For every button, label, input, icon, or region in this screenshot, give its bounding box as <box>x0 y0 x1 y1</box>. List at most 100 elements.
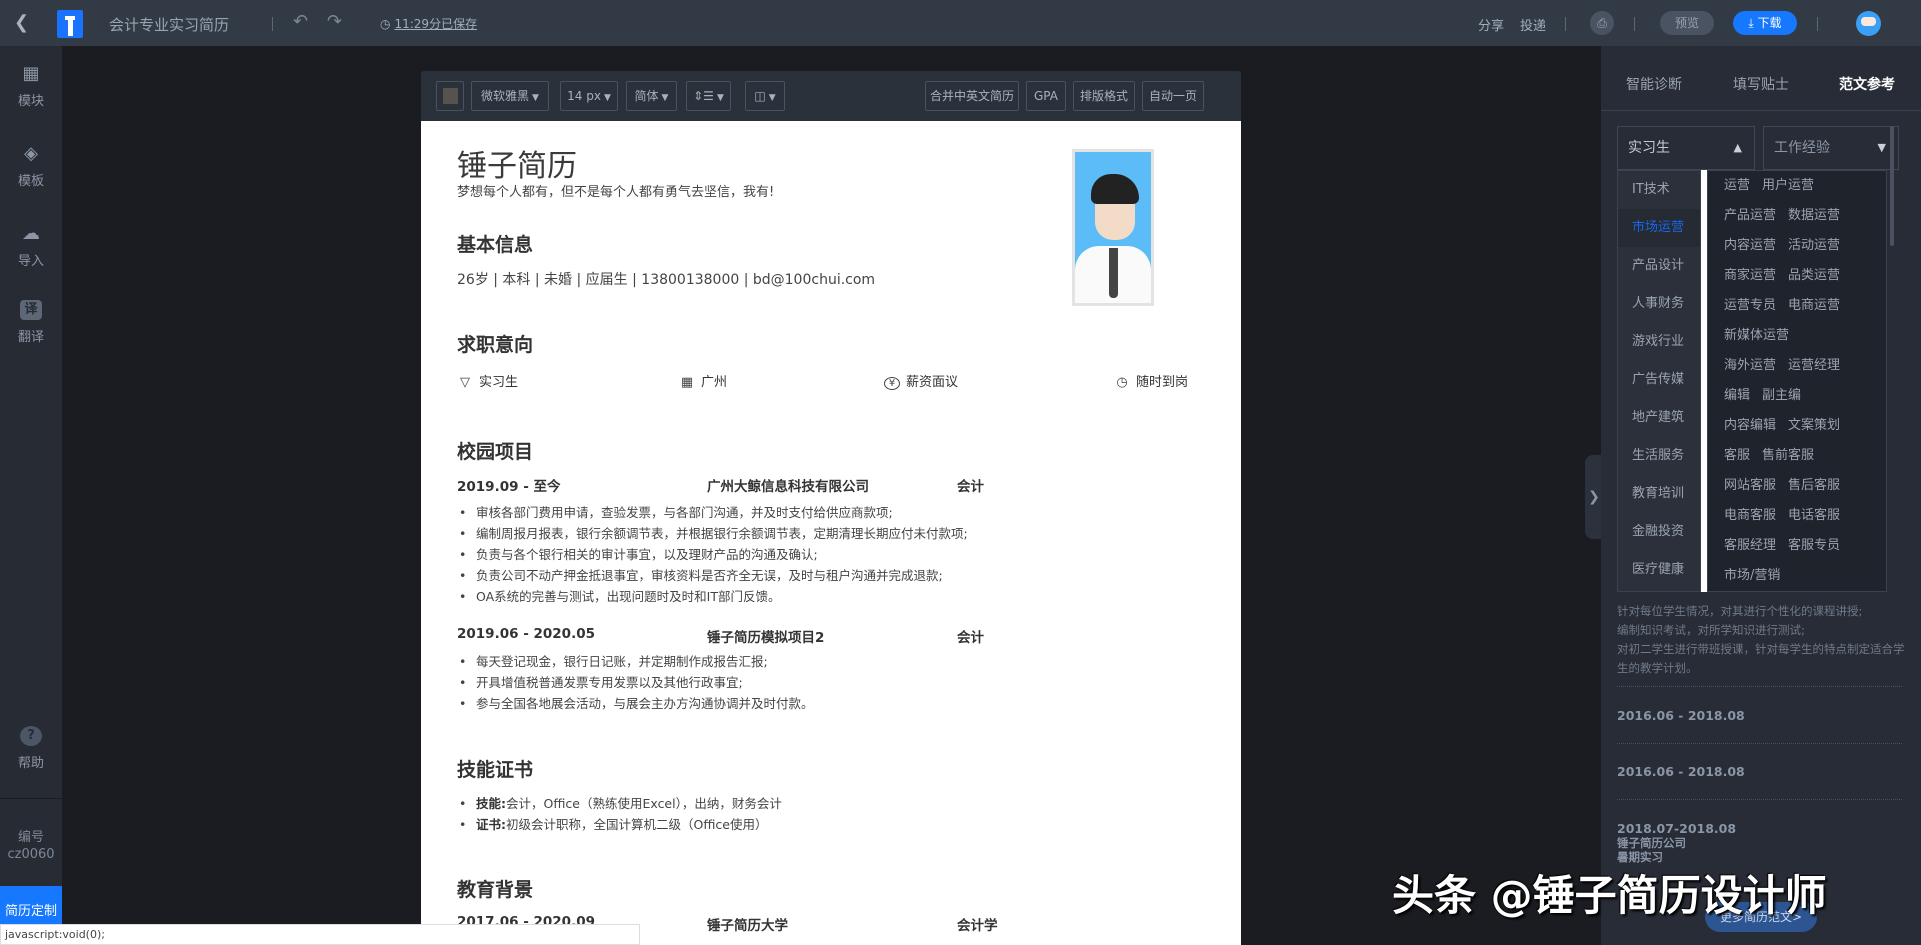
subcategory-item[interactable]: 市场/营销 <box>1724 568 1780 583</box>
line-height-select[interactable]: ⇕☰ ▼ <box>686 81 731 111</box>
section-title-projects[interactable]: 校园项目 <box>457 437 533 464</box>
chevron-right-icon: ❯ <box>1588 489 1600 505</box>
resume-name[interactable]: 锤子简历 <box>457 141 577 185</box>
subcategory-item[interactable]: 数据运营 <box>1788 208 1840 223</box>
panel-scrollbar[interactable] <box>1890 126 1894 246</box>
grid-icon: ▦ <box>22 63 40 84</box>
app-logo[interactable] <box>57 10 83 38</box>
undo-icon[interactable]: ↶ <box>293 11 308 32</box>
font-family-select[interactable]: 微软雅黑 ▼ <box>471 81 549 111</box>
category-item[interactable]: 医疗健康 <box>1618 551 1700 589</box>
preview-button[interactable]: 预览 <box>1660 11 1714 35</box>
subcategory-item[interactable]: 品类运营 <box>1788 268 1840 283</box>
sample-date[interactable]: 2016.06 - 2018.08 <box>1617 764 1745 779</box>
redo-icon[interactable]: ↷ <box>327 11 342 32</box>
sidebar-item-modules[interactable]: ▦ 模块 <box>0 63 62 110</box>
section-title-basic[interactable]: 基本信息 <box>457 230 533 257</box>
sample-date[interactable]: 2016.06 - 2018.08 <box>1617 708 1745 723</box>
subcategory-item[interactable]: 电商客服 <box>1724 508 1776 523</box>
category-item-active[interactable]: 市场运营 <box>1618 209 1700 247</box>
resume-motto[interactable]: 梦想每个人都有，但不是每个人都有勇气去坚信，我有! <box>457 181 774 200</box>
category-item[interactable]: 产品设计 <box>1618 247 1700 285</box>
sidebar-item-help[interactable]: ? 帮助 <box>0 726 62 771</box>
subcategory-item[interactable]: 客服 <box>1724 448 1750 463</box>
intent-job[interactable]: ▽ 实习生 <box>457 371 518 390</box>
subcategory-item[interactable]: 运营专员 <box>1724 298 1776 313</box>
subcategory-item[interactable]: 内容编辑 <box>1724 418 1776 433</box>
section-title-intent[interactable]: 求职意向 <box>457 330 533 357</box>
charset-select[interactable]: 简体 ▼ <box>626 81 677 111</box>
intent-arrival[interactable]: ◷ 随时到岗 <box>1114 371 1188 390</box>
subcategory-row: 客服 售前客服 <box>1708 441 1886 471</box>
skills-list[interactable]: 技能:会计，Office（熟练使用Excel），出纳，财务会计 证书:初级会计职… <box>457 793 1217 835</box>
subcategory-item[interactable]: 售前客服 <box>1762 448 1814 463</box>
subcategory-item[interactable]: 用户运营 <box>1762 178 1814 193</box>
tab-samples[interactable]: 范文参考 <box>1839 74 1895 94</box>
subcategory-item[interactable]: 文案策划 <box>1788 418 1840 433</box>
subcategory-item[interactable]: 客服专员 <box>1788 538 1840 553</box>
gpa-button[interactable]: GPA <box>1026 81 1066 111</box>
subcategory-item[interactable]: 电商运营 <box>1788 298 1840 313</box>
deliver-link[interactable]: 投递 <box>1520 15 1546 34</box>
tab-diagnosis[interactable]: 智能诊断 <box>1626 74 1682 94</box>
divider <box>1565 17 1566 31</box>
subcategory-item[interactable]: 运营经理 <box>1788 358 1840 373</box>
tab-tips[interactable]: 填写贴士 <box>1733 74 1789 94</box>
left-sidebar: ▦ 模块 ◈ 模板 ☁ 导入 译 翻译 ? 帮助 编号 cz0060 <box>0 46 62 945</box>
experience-select[interactable]: 工作经验 ▼ <box>1763 126 1899 170</box>
profile-photo[interactable] <box>1072 149 1154 306</box>
color-picker[interactable] <box>436 81 464 111</box>
sidebar-item-translate[interactable]: 译 翻译 <box>0 300 62 345</box>
margin-select[interactable]: ◫ ▼ <box>745 81 785 111</box>
subcategory-item[interactable]: 电话客服 <box>1788 508 1840 523</box>
role-type-select[interactable]: 实习生 ▲ <box>1617 126 1755 170</box>
sample-entry[interactable]: 2018.07-2018.08 锤子简历公司 暑期实习 <box>1617 822 1736 865</box>
charset-value: 简体 <box>634 89 659 103</box>
intent-salary[interactable]: ¥ 薪资面议 <box>884 371 958 390</box>
category-item[interactable]: 生活服务 <box>1618 437 1700 475</box>
sidebar-item-import[interactable]: ☁ 导入 <box>0 224 62 270</box>
sidebar-item-label: 模板 <box>17 174 44 189</box>
subcategory-row: 商家运营 品类运营 <box>1708 261 1886 291</box>
project-bullets[interactable]: 审核各部门费用申请，查验发票，与各部门沟通，并及时支付给供应商款项; 编制周报月… <box>457 502 1217 607</box>
section-title-skills[interactable]: 技能证书 <box>457 755 533 782</box>
back-chevron-icon[interactable]: ❮ <box>14 12 29 33</box>
print-icon[interactable]: ⎙ <box>1590 11 1614 35</box>
category-item[interactable]: 金融投资 <box>1618 513 1700 551</box>
subcategory-item[interactable]: 内容运营 <box>1724 238 1776 253</box>
basic-info[interactable]: 26岁 | 本科 | 未婚 | 应届生 | 13800138000 | bd@1… <box>457 269 875 289</box>
layout-format-button[interactable]: 排版格式 <box>1073 81 1135 111</box>
subcategory-item[interactable]: 副主编 <box>1762 388 1801 403</box>
subcategory-item[interactable]: 客服经理 <box>1724 538 1776 553</box>
subcategory-item[interactable]: 商家运营 <box>1724 268 1776 283</box>
intent-city[interactable]: ▦ 广州 <box>679 371 727 390</box>
subcategory-item[interactable]: 网站客服 <box>1724 478 1776 493</box>
subcategory-item[interactable]: 售后客服 <box>1788 478 1840 493</box>
subcategory-item[interactable]: 海外运营 <box>1724 358 1776 373</box>
share-link[interactable]: 分享 <box>1478 15 1504 34</box>
subcategory-item[interactable]: 新媒体运营 <box>1724 328 1789 343</box>
sidebar-item-templates[interactable]: ◈ 模板 <box>0 144 62 190</box>
subcategory-item[interactable]: 编辑 <box>1724 388 1750 403</box>
document-title[interactable]: 会计专业实习简历 <box>109 14 229 35</box>
subcategory-item[interactable]: 产品运营 <box>1724 208 1776 223</box>
font-size-select[interactable]: 14 px ▼ <box>560 81 618 111</box>
photo-hair <box>1091 174 1139 204</box>
section-title-education[interactable]: 教育背景 <box>457 875 533 902</box>
category-item[interactable]: 广告传媒 <box>1618 361 1700 399</box>
user-avatar[interactable] <box>1856 11 1881 36</box>
category-item[interactable]: 游戏行业 <box>1618 323 1700 361</box>
subcategory-item[interactable]: 活动运营 <box>1788 238 1840 253</box>
auto-one-page-button[interactable]: 自动一页 <box>1142 81 1204 111</box>
category-item[interactable]: 人事财务 <box>1618 285 1700 323</box>
save-status[interactable]: ◷ 11:29分已保存 <box>380 15 477 32</box>
subcategory-row: 运营 用户运营 <box>1708 171 1886 201</box>
project-bullets[interactable]: 每天登记现金，银行日记账，并定期制作成报告汇报; 开具增值税普通发票专用发票以及… <box>457 651 1217 714</box>
merge-cn-en-button[interactable]: 合并中英文简历 <box>925 81 1019 111</box>
category-item[interactable]: IT技术 <box>1618 171 1700 209</box>
subcategory-item[interactable]: 运营 <box>1724 178 1750 193</box>
resume-paper: 锤子简历 梦想每个人都有，但不是每个人都有勇气去坚信，我有! 基本信息 26岁 … <box>421 121 1241 945</box>
category-item[interactable]: 教育培训 <box>1618 475 1700 513</box>
download-button[interactable]: ⤓ 下载 <box>1733 11 1797 35</box>
category-item[interactable]: 地产建筑 <box>1618 399 1700 437</box>
